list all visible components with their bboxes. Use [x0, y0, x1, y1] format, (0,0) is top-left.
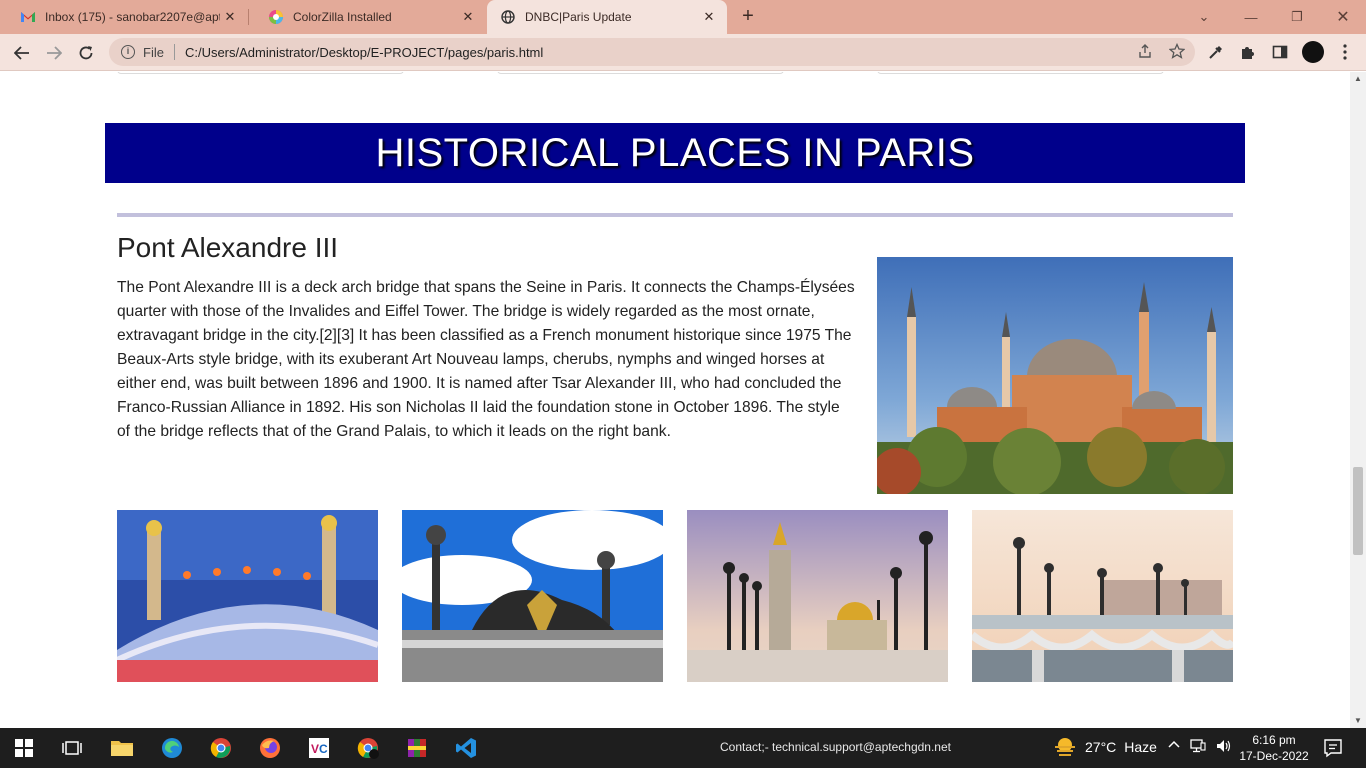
tab-paris-update[interactable]: DNBC|Paris Update ✕: [487, 0, 727, 34]
gallery-image-bridge-railing: [972, 510, 1233, 682]
forward-button[interactable]: [40, 39, 68, 67]
scroll-down-arrow-icon[interactable]: ▼: [1350, 714, 1366, 728]
back-arrow-icon: [14, 46, 29, 60]
profile-avatar[interactable]: [1301, 40, 1325, 64]
address-bar[interactable]: i File C:/Users/Administrator/Desktop/E-…: [109, 38, 1195, 66]
gallery-image-bridge-lampposts: [687, 510, 948, 682]
taskbar-contact-text: Contact;- technical.support@aptechgdn.ne…: [720, 740, 951, 754]
previous-card-bottom: [117, 72, 404, 74]
network-icon[interactable]: [1190, 739, 1206, 756]
tab-title: DNBC|Paris Update: [525, 10, 632, 24]
edge-browser-icon[interactable]: [158, 734, 186, 762]
scrollbar-thumb[interactable]: [1353, 467, 1363, 555]
page-viewport: HISTORICAL PLACES IN PARIS Pont Alexandr…: [0, 72, 1350, 728]
share-icon[interactable]: [1137, 43, 1153, 62]
tab-close-icon[interactable]: ✕: [458, 9, 478, 25]
restore-icon[interactable]: ❐: [1274, 0, 1320, 34]
tab-colorzilla[interactable]: ColorZilla Installed ✕: [248, 0, 486, 34]
svg-text:V: V: [311, 742, 319, 756]
taskbar-clock[interactable]: 6:16 pm 17-Dec-2022: [1236, 732, 1312, 764]
reload-icon: [79, 46, 93, 60]
article-body: The Pont Alexandre III is a deck arch br…: [117, 279, 855, 440]
haze-weather-icon: [1055, 738, 1075, 756]
back-button[interactable]: [8, 39, 36, 67]
tab-gmail-inbox[interactable]: Inbox (175) - sanobar2207e@aptech ✕: [0, 0, 248, 34]
system-tray: [1168, 739, 1232, 756]
minimize-icon[interactable]: —: [1228, 0, 1274, 34]
windows-taskbar: VC Contact;- technical.support@aptechgdn…: [0, 728, 1366, 768]
close-window-icon[interactable]: ✕: [1320, 0, 1366, 34]
winrar-icon[interactable]: [403, 734, 431, 762]
browser-tab-strip: Inbox (175) - sanobar2207e@aptech ✕ Colo…: [0, 0, 1366, 34]
previous-card-bottom: [497, 72, 784, 74]
chrome-icon[interactable]: [207, 734, 235, 762]
reload-button[interactable]: [72, 39, 100, 67]
page-scrollbar[interactable]: ▲ ▼: [1350, 72, 1366, 728]
page-banner-title: HISTORICAL PLACES IN PARIS: [105, 123, 1245, 183]
firefox-icon[interactable]: [256, 734, 284, 762]
task-view-icon[interactable]: [58, 734, 86, 762]
volume-icon[interactable]: [1216, 739, 1232, 756]
colorzilla-icon: [268, 9, 284, 25]
tab-search-chevron-icon[interactable]: ⌄: [1181, 0, 1227, 34]
tab-close-icon[interactable]: ✕: [699, 9, 719, 25]
forward-arrow-icon: [47, 46, 62, 60]
address-divider: [173, 44, 175, 60]
address-url[interactable]: C:/Users/Administrator/Desktop/E-PROJECT…: [185, 45, 543, 60]
weather-widget[interactable]: 27°C Haze: [1053, 737, 1157, 757]
tab-title: Inbox (175) - sanobar2207e@aptech: [45, 10, 220, 24]
tab-close-icon[interactable]: ✕: [220, 9, 240, 25]
weather-description: Haze: [1124, 739, 1157, 755]
article-title: Pont Alexandre III: [117, 232, 339, 263]
weather-temperature: 27°C: [1085, 739, 1117, 755]
section-divider: [117, 213, 1233, 217]
show-hidden-icons-chevron-icon[interactable]: [1168, 739, 1180, 756]
eyedropper-icon[interactable]: [1207, 43, 1225, 61]
svg-text:C: C: [319, 742, 328, 756]
extensions-puzzle-icon[interactable]: [1239, 43, 1257, 61]
address-scheme-label: File: [143, 44, 164, 60]
windows-start-icon[interactable]: [10, 734, 38, 762]
tab-title: ColorZilla Installed: [293, 10, 392, 24]
clock-date: 17-Dec-2022: [1239, 749, 1309, 763]
clock-time: 6:16 pm: [1252, 733, 1296, 747]
gallery-image-bridge-night: [117, 510, 378, 682]
scroll-up-arrow-icon[interactable]: ▲: [1350, 72, 1366, 86]
side-panel-icon[interactable]: [1271, 43, 1289, 61]
notification-center-icon[interactable]: [1323, 738, 1343, 758]
new-tab-button[interactable]: +: [737, 6, 759, 28]
gmail-icon: [20, 9, 36, 25]
site-info-icon[interactable]: i: [121, 45, 135, 59]
bookmark-star-icon[interactable]: [1168, 42, 1186, 62]
globe-icon: [500, 9, 516, 25]
file-explorer-icon[interactable]: [108, 734, 136, 762]
gallery-image-bridge-sculpture: [402, 510, 663, 682]
previous-card-bottom: [877, 72, 1164, 74]
hagia-sophia-image: [877, 257, 1233, 494]
vscode-icon[interactable]: [452, 734, 480, 762]
browser-menu-icon[interactable]: [1336, 43, 1354, 61]
chrome-profile-icon[interactable]: [354, 734, 382, 762]
visual-paradigm-icon[interactable]: VC: [305, 734, 333, 762]
browser-toolbar: i File C:/Users/Administrator/Desktop/E-…: [0, 34, 1366, 71]
